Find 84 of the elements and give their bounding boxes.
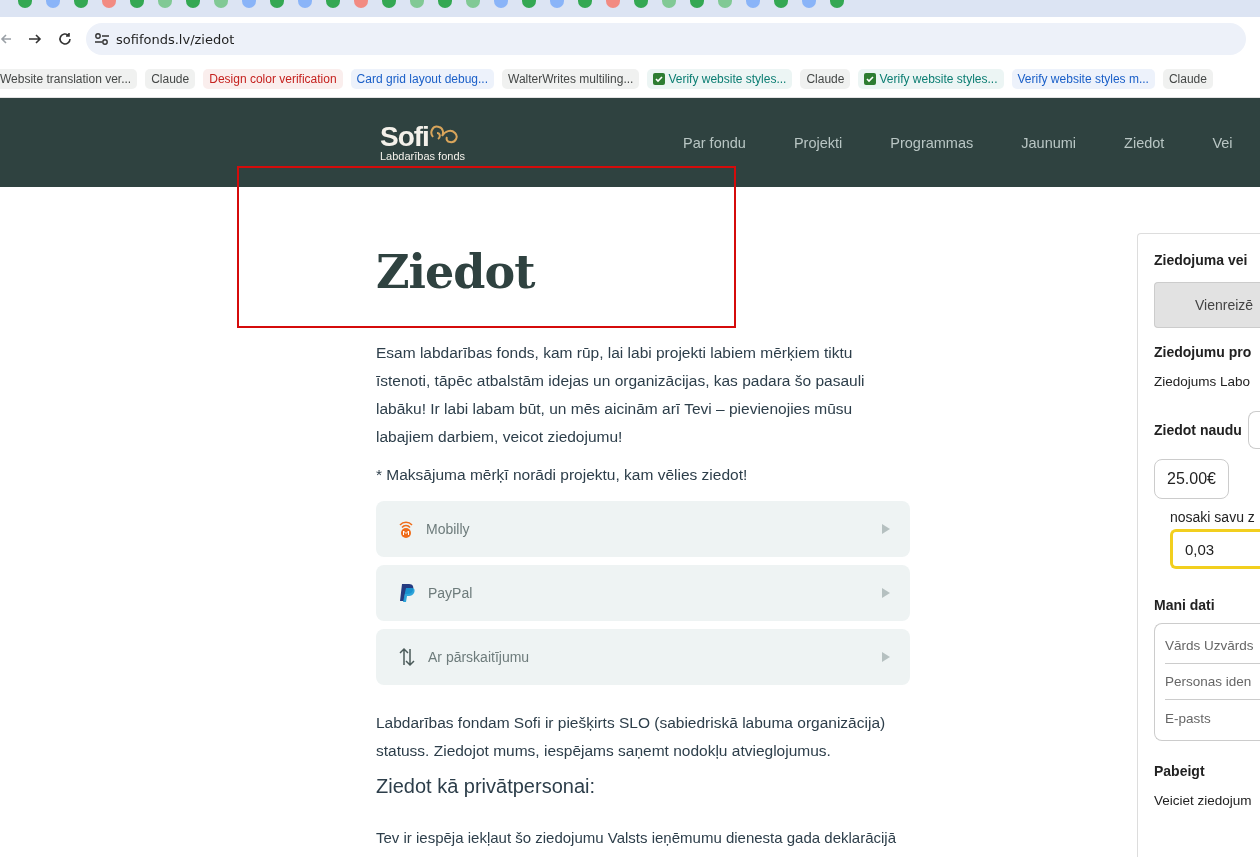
tab-favicon[interactable]	[214, 0, 228, 8]
address-bar[interactable]: sofifonds.lv/ziedot	[86, 23, 1246, 55]
tab-favicon[interactable]	[634, 0, 648, 8]
bookmark-chip[interactable]: Claude	[145, 69, 196, 89]
tab-favicon[interactable]	[354, 0, 368, 8]
bookmark-chip[interactable]: Verify website styles m...	[1011, 69, 1155, 89]
forward-icon[interactable]	[28, 32, 42, 46]
intro-paragraph: Esam labdarības fonds, kam rūp, lai labi projekti labiem mērķiem tiktu īstenoti, tāpēc atbalstām idejas un organizācijas, kas padara šo pasauli labāku! Ir labi labam būt, un mēs aicinām arī Tevi – pievienojies mūsu labajiem darbiem, veicot ziedojumu!	[376, 343, 866, 447]
tab-favicon[interactable]	[186, 0, 200, 8]
private-paragraph: Tev ir iespēja iekļaut šo ziedojumu Valsts ieņēmumu dienesta gada deklarācijā	[376, 828, 897, 848]
tab-favicon[interactable]	[690, 0, 704, 8]
tab-favicon[interactable]	[18, 0, 32, 8]
tab-favicon[interactable]	[74, 0, 88, 8]
nav-link[interactable]: Vei	[1212, 134, 1233, 151]
amount-option[interactable]: 25.00€	[1154, 459, 1229, 499]
form-label: Pabeigt	[1154, 763, 1206, 779]
tab-favicon[interactable]	[494, 0, 508, 8]
bookmark-chip[interactable]: Website translation ver...	[0, 69, 138, 89]
nav-link[interactable]: Programmas	[890, 134, 974, 151]
tab-favicon[interactable]	[522, 0, 536, 8]
tab-favicon[interactable]	[466, 0, 480, 8]
field-label: nosaki savu z	[1170, 509, 1256, 525]
input-group[interactable]: Vārds Uzvārds Personas iden E-pasts	[1154, 623, 1260, 741]
bookmark-chip[interactable]: Design color verification	[203, 69, 343, 89]
form-label: Ziedojumu pro	[1154, 344, 1253, 360]
tab-favicon[interactable]	[270, 0, 284, 8]
bookmark-chip[interactable]: Claude	[1162, 69, 1213, 89]
tab-favicon[interactable]	[130, 0, 144, 8]
tab-favicon[interactable]	[438, 0, 452, 8]
payment-method-row[interactable]: PayPal	[376, 565, 910, 621]
site-settings-icon[interactable]	[94, 32, 110, 46]
form-label: Ziedot naudu	[1154, 422, 1242, 438]
payment-method-label: PayPal	[428, 585, 474, 601]
bookmark-chip[interactable]: Verify website styles...	[858, 69, 1004, 89]
bookmark-chip[interactable]: Verify website styles...	[647, 69, 793, 89]
back-icon[interactable]	[0, 32, 12, 46]
nav-link[interactable]: Par fondu	[683, 134, 746, 151]
payment-method-label: Ar pārskaitījumu	[428, 649, 531, 665]
tab-favicon[interactable]	[802, 0, 816, 8]
tab-favicon[interactable]	[550, 0, 564, 8]
tab-favicon[interactable]	[606, 0, 620, 8]
status-paragraph: Labdarības fondam Sofi ir piešķirts SLO (sabiedriskā labuma organizācija) statuss. Ziedojot mums, iespējams saņemt nodokļu atvieglojumus.	[376, 713, 887, 761]
paypal-icon	[398, 583, 416, 603]
project-text: Ziedojums Labo	[1154, 374, 1252, 389]
tab-favicon[interactable]	[46, 0, 60, 8]
bookmark-chip[interactable]: WalterWrites multiling...	[502, 69, 640, 89]
tab-favicon[interactable]	[718, 0, 732, 8]
logo[interactable]: Sofi Labdarības fonds	[380, 123, 465, 162]
tab-favicon[interactable]	[774, 0, 788, 8]
bookmark-chip[interactable]: Card grid layout debug...	[350, 69, 495, 89]
bookmark-chip[interactable]: Claude	[800, 69, 851, 89]
text-field[interactable]: Vārds Uzvārds	[1165, 628, 1260, 664]
nav-link[interactable]: Jaunumi	[1021, 134, 1077, 151]
checkbox-icon	[653, 73, 666, 85]
payment-method-label: Mobilly	[426, 521, 471, 537]
form-label: Mani dati	[1154, 597, 1216, 613]
checkbox-icon	[864, 73, 877, 85]
text-field[interactable]: E-pasts	[1165, 700, 1260, 736]
tab-favicon[interactable]	[830, 0, 844, 8]
tab-favicon[interactable]	[746, 0, 760, 8]
amount-input[interactable]: 0,03	[1170, 529, 1260, 569]
transfer-arrows-icon	[398, 647, 416, 667]
payment-method-row[interactable]: Mobilly	[376, 501, 910, 557]
reload-icon[interactable]	[58, 32, 72, 46]
section-heading: Ziedot kā privātpersonai:	[376, 775, 596, 798]
finish-text: Veiciet ziedojum	[1154, 793, 1253, 808]
note-text: * Maksājuma mērķī norādi projektu, kam vēlies ziedot!	[376, 465, 749, 485]
tab-favicon[interactable]	[326, 0, 340, 8]
mobilly-icon	[398, 519, 414, 539]
tab-favicon[interactable]	[382, 0, 396, 8]
nav-link[interactable]: Projekti	[793, 134, 843, 151]
tab-favicon[interactable]	[578, 0, 592, 8]
form-label: Ziedojuma vei	[1154, 252, 1249, 268]
payment-method-row[interactable]: Ar pārskaitījumu	[376, 629, 910, 685]
tab-favicon[interactable]	[298, 0, 312, 8]
tab-favicon[interactable]	[410, 0, 424, 8]
one-time-button[interactable]: Vienreizē	[1154, 282, 1260, 328]
tab-favicon[interactable]	[242, 0, 256, 8]
text-field[interactable]: Personas iden	[1165, 664, 1260, 700]
page-title: Ziedot	[376, 245, 537, 299]
tab-favicon[interactable]	[102, 0, 116, 8]
nav-link[interactable]: Ziedot	[1124, 134, 1165, 151]
tab-favicon[interactable]	[158, 0, 172, 8]
tab-favicon[interactable]	[662, 0, 676, 8]
